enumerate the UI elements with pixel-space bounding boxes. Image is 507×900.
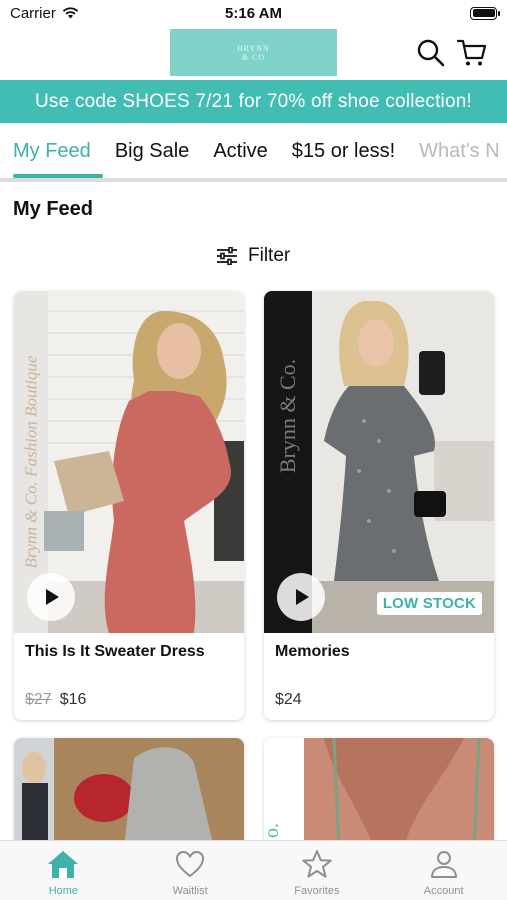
tab-label: Active [213,139,268,162]
carrier-label: Carrier [10,4,56,22]
filter-button[interactable]: Filter [216,245,290,267]
tab-label: My Feed [13,139,91,162]
svg-text:o.: o. [264,823,283,838]
sliders-icon [217,247,237,265]
low-stock-badge: LOW STOCK [376,592,482,615]
nav-account[interactable]: Account [380,841,507,900]
sale-price: $16 [59,691,87,708]
filter-label: Filter [248,245,291,266]
tab-my-feed[interactable]: My Feed [0,123,103,179]
feed-title: My Feed [13,198,94,220]
nav-label: Home [48,885,79,897]
battery-icon [470,6,500,20]
status-time: 5:16 AM [225,4,282,22]
bottom-nav: Home Waitlist Favorites Account [0,840,507,900]
star-icon [302,850,332,878]
tab-label: $15 or less! [291,139,396,162]
nav-favorites[interactable]: Favorites [254,841,381,900]
sale-price: $24 [275,691,302,708]
nav-home[interactable]: Home [0,841,127,900]
brand-logo[interactable]: BRYNN & CO [170,29,337,76]
logo-line1: BRYNN [237,43,270,53]
play-video-button[interactable] [27,573,75,621]
promo-banner[interactable]: Use code SHOES 7/21 for 70% off shoe col… [0,80,507,123]
play-icon [296,589,309,605]
play-icon [46,589,59,605]
product-card[interactable]: Brynn & Co. LOW STOCK Memories $24 [264,291,494,720]
product-image[interactable]: Brynn & Co. LOW STOCK [264,291,494,633]
tab-big-sale[interactable]: Big Sale [103,123,202,179]
status-left: Carrier [10,5,79,22]
header: BRYNN & CO [0,26,507,80]
tab-label: What's N [419,139,500,162]
original-price: $27 [25,691,52,708]
tab-label: Big Sale [114,139,190,162]
product-image[interactable] [14,738,244,848]
cart-icon[interactable] [457,38,487,68]
product-name: This Is It Sweater Dress [25,643,205,660]
status-bar: Carrier 5:16 AM [0,0,507,26]
watermark-text: Brynn & Co. [275,358,301,474]
home-icon [48,851,79,878]
tab-whats-new[interactable]: What's N [407,123,507,179]
play-video-button[interactable] [277,573,325,621]
product-price: $24 [275,691,302,709]
wifi-icon [62,7,79,19]
heart-icon [176,850,205,878]
nav-waitlist[interactable]: Waitlist [127,841,254,900]
nav-label: Waitlist [172,885,208,897]
tabs-divider [0,178,507,182]
logo-line2: & CO [241,52,266,62]
product-card[interactable]: o. [264,738,494,848]
tab-active[interactable]: Active [201,123,279,179]
tab-15-or-less[interactable]: $15 or less! [280,123,407,179]
nav-label: Favorites [294,885,340,897]
product-image[interactable]: o. [264,738,494,848]
product-image[interactable]: Brynn & Co. Fashion Boutique [14,291,244,633]
product-price: $27 $16 [25,691,86,709]
search-icon[interactable] [416,38,446,68]
watermark-text: Brynn & Co. Fashion Boutique [21,355,40,569]
person-icon [430,851,457,878]
promo-text: Use code SHOES 7/21 for 70% off shoe col… [35,90,472,112]
image-watermark: Brynn & Co. [264,291,312,541]
product-card[interactable] [14,738,244,848]
nav-label: Account [423,885,464,897]
category-tabs: My Feed Big Sale Active $15 or less! Wha… [0,123,507,179]
product-card[interactable]: Brynn & Co. Fashion Boutique This Is It … [14,291,244,720]
product-name: Memories [275,643,350,660]
